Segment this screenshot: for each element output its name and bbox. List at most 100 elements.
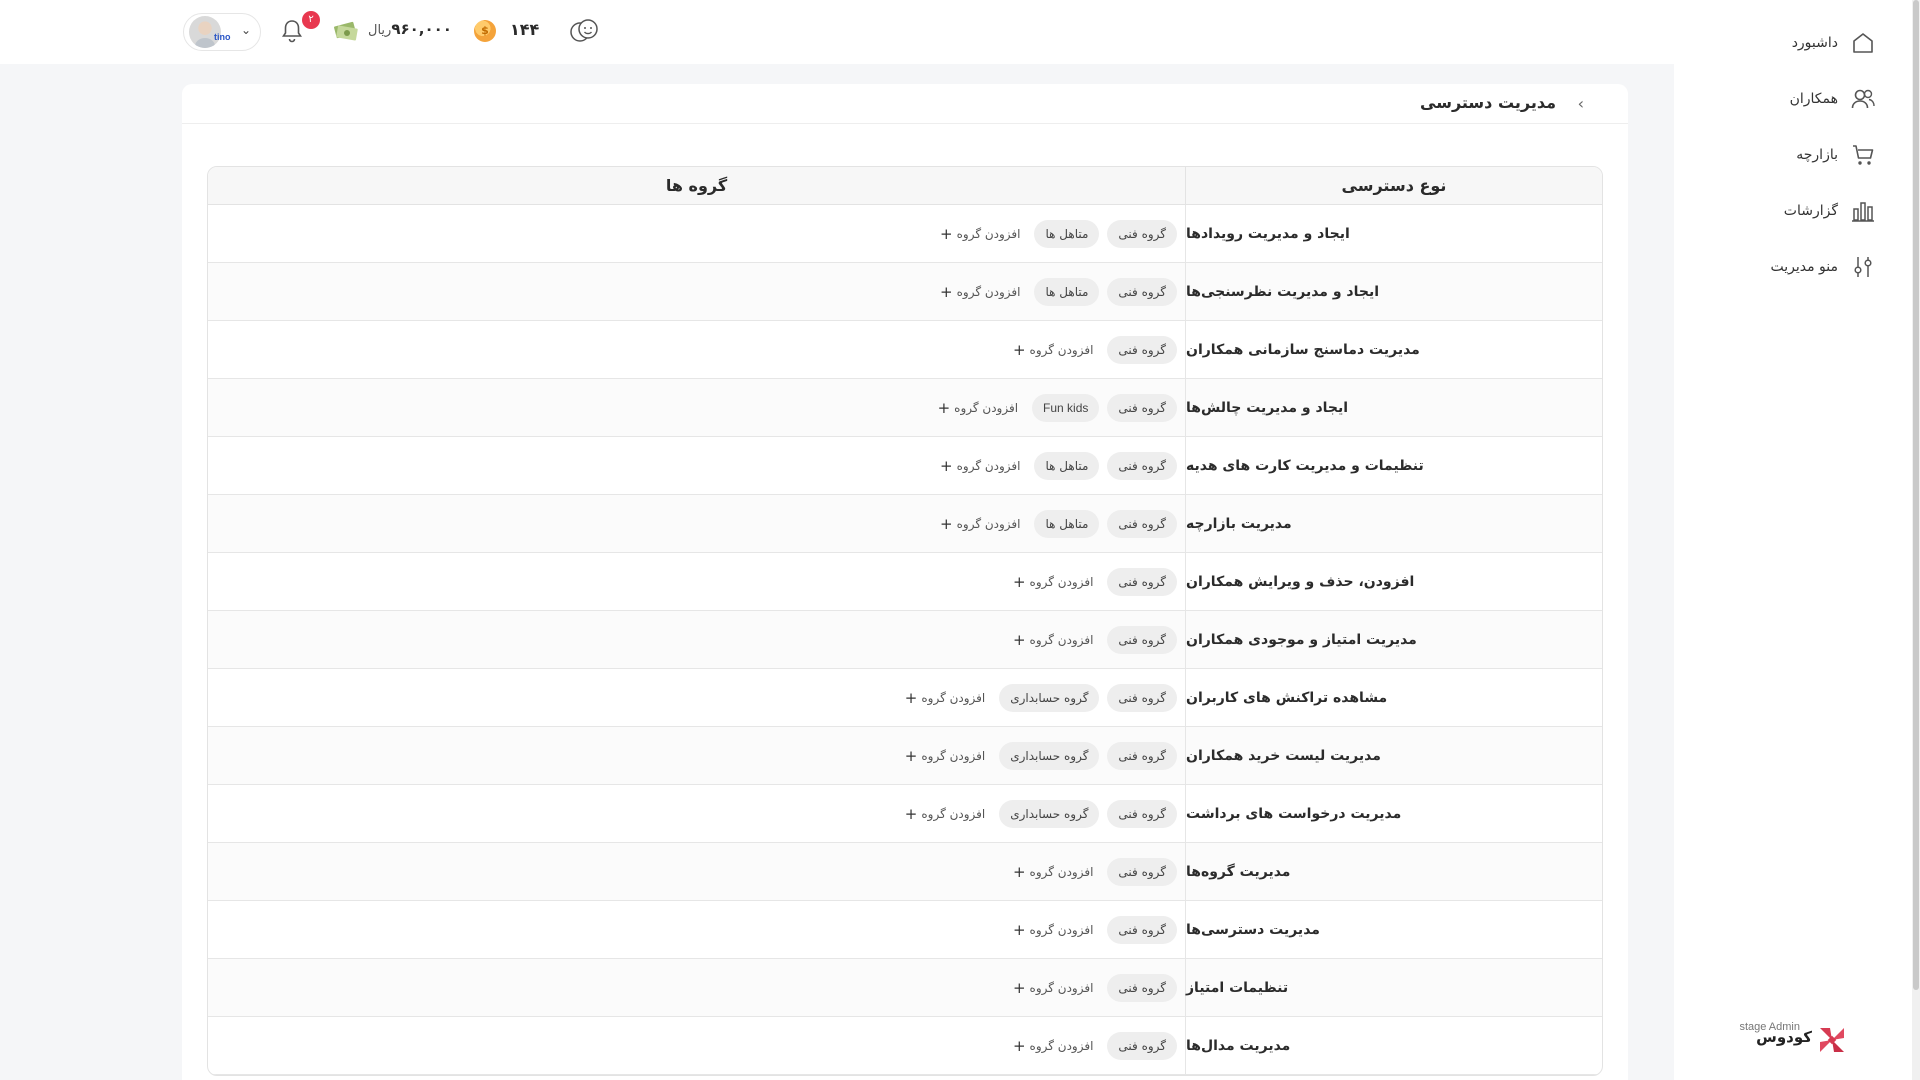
add-group-label: افزودن گروه	[1029, 574, 1094, 589]
group-tag[interactable]: گروه فنی	[1107, 277, 1177, 306]
group-tag[interactable]: گروه فنی	[1107, 973, 1177, 1002]
card-header: ‹ مدیریت دسترسی	[182, 84, 1628, 124]
group-tag[interactable]: متاهل ها	[1034, 277, 1100, 306]
sidebar-item-dashboard[interactable]: داشبورد	[1792, 27, 1876, 59]
plus-icon: +	[940, 514, 953, 533]
sidebar-item-label: داشبورد	[1791, 35, 1838, 51]
groups-cell: گروه فنی + افزودن گروه	[208, 321, 1186, 378]
sidebar-item-colleagues[interactable]: همکاران	[1790, 83, 1876, 115]
access-type-cell: تنظیمات امتیاز	[1186, 979, 1289, 996]
add-group-button[interactable]: + افزودن گروه	[940, 225, 1026, 243]
group-tag[interactable]: گروه فنی	[1107, 857, 1177, 886]
brand-logo-icon	[1820, 1028, 1844, 1052]
add-group-button[interactable]: + افزودن گروه	[940, 457, 1026, 475]
table-row: گروه فنی متاهل ها + افزودن گروه ایجاد و مدیر…	[208, 205, 1602, 263]
group-tag[interactable]: گروه حسابداری	[999, 683, 1100, 712]
add-group-label: افزودن گروه	[954, 400, 1019, 415]
group-tag[interactable]: گروه فنی	[1107, 1031, 1177, 1060]
add-group-button[interactable]: + افزودن گروه	[1013, 631, 1099, 649]
scrollbar-track[interactable]	[1912, 0, 1920, 1080]
group-tag[interactable]: گروه فنی	[1107, 799, 1177, 828]
add-group-button[interactable]: + افزودن گروه	[905, 747, 991, 765]
plus-icon: +	[1012, 340, 1026, 359]
coin-icon: $	[474, 20, 496, 42]
group-tag[interactable]: گروه فنی	[1107, 567, 1177, 596]
add-group-button[interactable]: + افزودن گروه	[905, 805, 991, 823]
plus-icon: +	[1012, 978, 1026, 997]
access-type-cell: مدیریت بازارچه	[1186, 515, 1292, 532]
group-tag[interactable]: گروه فنی	[1107, 741, 1177, 770]
mood-icon[interactable]	[568, 18, 600, 44]
chevron-left-icon[interactable]: ‹	[1578, 94, 1584, 113]
groups-cell: گروه فنی گروه حسابداری + افزودن گروه	[208, 669, 1186, 726]
table-row: گروه فنی + افزودن گروه مدیریت مدال‌ها	[208, 1017, 1602, 1075]
add-group-label: افزودن گروه	[1029, 980, 1094, 995]
money-icon	[334, 21, 358, 41]
group-tag[interactable]: گروه فنی	[1107, 335, 1177, 364]
groups-cell: گروه فنی متاهل ها + افزودن گروه	[208, 437, 1186, 494]
access-type-cell: مدیریت دسترسی‌ها	[1186, 921, 1320, 938]
add-group-button[interactable]: + افزودن گروه	[1013, 863, 1099, 881]
table-row: گروه فنی گروه حسابداری + افزودن گروه مدیریت …	[208, 785, 1602, 843]
sidebar-item-label: همکاران	[1789, 91, 1838, 107]
plus-icon: +	[904, 688, 918, 707]
group-tag[interactable]: گروه فنی	[1107, 915, 1177, 944]
groups-cell: گروه فنی متاهل ها + افزودن گروه	[208, 205, 1186, 262]
plus-icon: +	[940, 282, 953, 301]
plus-icon: +	[1012, 862, 1026, 881]
plus-icon: +	[904, 746, 918, 765]
add-group-button[interactable]: + افزودن گروه	[1013, 1037, 1099, 1055]
sidebar-item-market[interactable]: بازارچه	[1796, 139, 1876, 171]
groups-cell: گروه فنی گروه حسابداری + افزودن گروه	[208, 785, 1186, 842]
table-row: گروه فنی + افزودن گروه تنظیمات امتیاز	[208, 959, 1602, 1017]
groups-cell: گروه فنی + افزودن گروه	[208, 959, 1186, 1016]
group-tag[interactable]: Fun kids	[1032, 393, 1100, 422]
notification-badge: ۲	[302, 11, 320, 29]
group-tag[interactable]: متاهل ها	[1034, 219, 1100, 248]
sidebar-item-reports[interactable]: گزارشات	[1784, 195, 1876, 227]
plus-icon: +	[940, 456, 953, 475]
add-group-button[interactable]: + افزودن گروه	[940, 515, 1026, 533]
group-tag[interactable]: گروه فنی	[1107, 393, 1177, 422]
table-row: گروه فنی Fun kids + افزودن گروه ایجاد و مدیر…	[208, 379, 1602, 437]
bell-icon[interactable]	[280, 18, 304, 44]
add-group-button[interactable]: + افزودن گروه	[1013, 573, 1099, 591]
brand-stage-label: stage Admin	[1739, 1021, 1800, 1033]
group-tag[interactable]: گروه فنی	[1107, 451, 1177, 480]
add-group-button[interactable]: + افزودن گروه	[940, 283, 1026, 301]
sidebar-item-admin-menu[interactable]: منو مدیریت	[1770, 251, 1876, 283]
add-group-button[interactable]: + افزودن گروه	[1013, 921, 1099, 939]
bar-chart-icon	[1852, 202, 1874, 222]
top-bar: tino ⌄ ۲ ۹۶۰,۰۰۰ریال $ ۱۴۴	[0, 0, 1674, 64]
access-type-cell: مشاهده تراکنش های کاربران	[1186, 689, 1388, 706]
add-group-label: افزودن گروه	[921, 806, 986, 821]
add-group-button[interactable]: + افزودن گروه	[1013, 979, 1099, 997]
plus-icon: +	[937, 398, 951, 417]
add-group-button[interactable]: + افزودن گروه	[905, 689, 991, 707]
access-type-cell: مدیریت مدال‌ها	[1186, 1037, 1291, 1054]
groups-cell: گروه فنی Fun kids + افزودن گروه	[208, 379, 1186, 436]
user-menu-button[interactable]: tino ⌄	[183, 13, 261, 51]
group-tag[interactable]: گروه فنی	[1107, 509, 1177, 538]
group-tag[interactable]: گروه فنی	[1107, 683, 1177, 712]
access-type-cell: مدیریت لیست خرید همکاران	[1186, 747, 1381, 764]
add-group-label: افزودن گروه	[956, 226, 1021, 241]
group-tag[interactable]: گروه فنی	[1107, 219, 1177, 248]
group-tag[interactable]: متاهل ها	[1034, 509, 1100, 538]
table-row: گروه فنی متاهل ها + افزودن گروه مدیریت بازار…	[208, 495, 1602, 553]
add-group-label: افزودن گروه	[1029, 632, 1094, 647]
add-group-button[interactable]: + افزودن گروه	[1013, 341, 1099, 359]
add-group-button[interactable]: + افزودن گروه	[938, 399, 1024, 417]
access-type-cell: مدیریت دماسنج سازمانی همکاران	[1186, 341, 1420, 358]
balance-unit: ریال	[368, 23, 392, 38]
group-tag[interactable]: گروه حسابداری	[999, 741, 1100, 770]
table-row: گروه فنی متاهل ها + افزودن گروه ایجاد و مدیر…	[208, 263, 1602, 321]
group-tag[interactable]: گروه فنی	[1107, 625, 1177, 654]
sidebar-item-label: بازارچه	[1796, 147, 1838, 163]
group-tag[interactable]: گروه حسابداری	[999, 799, 1100, 828]
group-tag[interactable]: متاهل ها	[1034, 451, 1100, 480]
table-row: گروه فنی + افزودن گروه مدیریت دسترسی‌ها	[208, 901, 1602, 959]
scrollbar-thumb[interactable]	[1913, 0, 1919, 990]
add-group-label: افزودن گروه	[956, 284, 1021, 299]
access-management-card: ‹ مدیریت دسترسی گروه ها نوع دسترسی گروه …	[182, 84, 1628, 1080]
